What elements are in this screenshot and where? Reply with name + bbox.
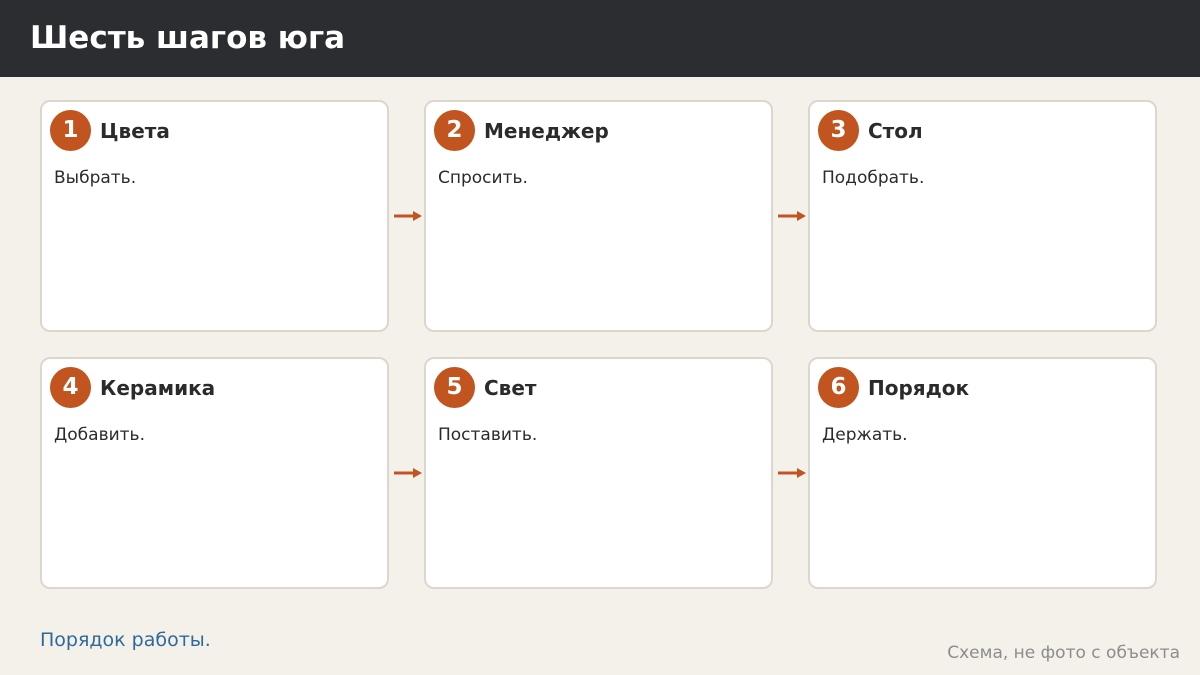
diagram-caption: Порядок работы.	[40, 629, 211, 651]
step-title: Менеджер	[484, 119, 609, 143]
step-card-6: 6 Порядок Держать.	[808, 357, 1157, 589]
step-number-badge: 3	[818, 110, 859, 151]
step-title: Стол	[868, 119, 923, 143]
step-card-5: 5 Свет Поставить.	[424, 357, 773, 589]
step-title: Керамика	[100, 376, 216, 400]
step-title: Порядок	[868, 376, 970, 400]
arrow-right-icon	[394, 468, 422, 478]
footer-note: Схема, не фото с объекта	[947, 643, 1180, 663]
step-description: Держать.	[822, 425, 908, 445]
step-number-badge: 1	[50, 110, 91, 151]
step-card-2: 2 Менеджер Спросить.	[424, 100, 773, 332]
step-number-badge: 6	[818, 367, 859, 408]
arrow-right-icon	[394, 211, 422, 221]
step-description: Добавить.	[54, 425, 145, 445]
step-card-4: 4 Керамика Добавить.	[40, 357, 389, 589]
arrow-right-icon	[778, 468, 806, 478]
page-title: Шесть шагов юга	[30, 20, 346, 56]
step-number-badge: 4	[50, 367, 91, 408]
step-number-badge: 5	[434, 367, 475, 408]
step-description: Спросить.	[438, 168, 528, 188]
step-title: Цвета	[100, 119, 170, 143]
step-card-3: 3 Стол Подобрать.	[808, 100, 1157, 332]
step-description: Подобрать.	[822, 168, 925, 188]
step-card-1: 1 Цвета Выбрать.	[40, 100, 389, 332]
step-description: Поставить.	[438, 425, 538, 445]
header-bar: Шесть шагов юга	[0, 0, 1200, 77]
step-title: Свет	[484, 376, 537, 400]
step-description: Выбрать.	[54, 168, 137, 188]
step-number-badge: 2	[434, 110, 475, 151]
arrow-right-icon	[778, 211, 806, 221]
